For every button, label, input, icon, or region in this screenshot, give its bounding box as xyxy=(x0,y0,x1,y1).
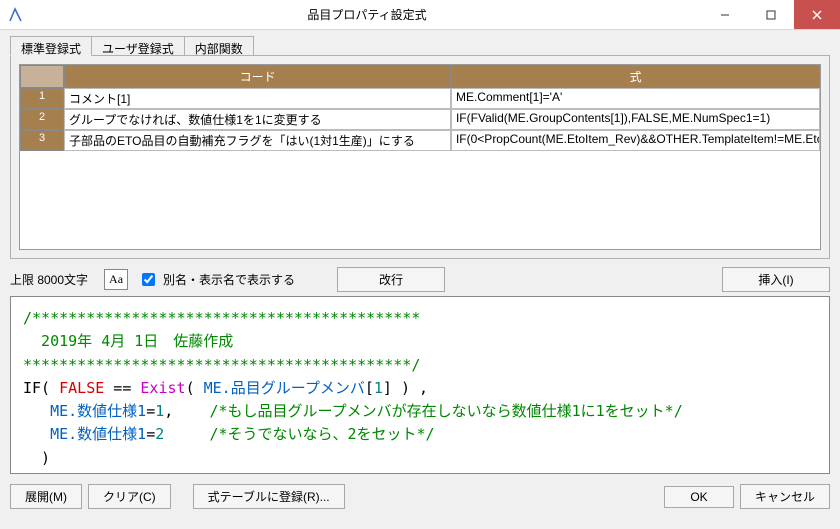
close-button[interactable] xyxy=(794,0,840,29)
row-number: 3 xyxy=(20,130,64,151)
table-row[interactable]: 3 子部品のETO品目の自動補充フラグを「はい(1対1生産)」にする IF(0<… xyxy=(20,130,820,151)
window-title: 品目プロパティ設定式 xyxy=(32,6,702,23)
titlebar: 品目プロパティ設定式 xyxy=(0,0,840,30)
alias-label: 別名・表示名で表示する xyxy=(163,271,295,288)
alias-checkbox[interactable] xyxy=(142,273,155,286)
col-code: コード xyxy=(64,65,451,88)
bottom-buttons: 展開(M) クリア(C) 式テーブルに登録(R)... OK キャンセル xyxy=(10,484,830,509)
tab-internal[interactable]: 内部関数 xyxy=(184,36,254,56)
table-row[interactable]: 2 グループでなければ、数値仕様1を1に変更する IF(FValid(ME.Gr… xyxy=(20,109,820,130)
tab-standard[interactable]: 標準登録式 xyxy=(10,36,92,56)
formula-table: コード 式 1 コメント[1] ME.Comment[1]='A' 2 グループ… xyxy=(19,64,821,250)
minimize-button[interactable] xyxy=(702,0,748,29)
newline-button[interactable]: 改行 xyxy=(337,267,445,292)
table-row[interactable]: 1 コメント[1] ME.Comment[1]='A' xyxy=(20,88,820,109)
formula-editor[interactable]: /***************************************… xyxy=(10,296,830,474)
app-icon xyxy=(8,7,24,23)
insert-button[interactable]: 挿入(I) xyxy=(722,267,830,292)
cell-code: グループでなければ、数値仕様1を1に変更する xyxy=(64,109,451,130)
register-button[interactable]: 式テーブルに登録(R)... xyxy=(193,484,345,509)
font-button[interactable]: Aa xyxy=(104,269,128,290)
char-limit-label: 上限 8000文字 xyxy=(10,271,88,288)
cell-expr: ME.Comment[1]='A' xyxy=(451,88,820,109)
ok-button[interactable]: OK xyxy=(664,486,734,508)
col-expr: 式 xyxy=(451,65,820,88)
cell-code: コメント[1] xyxy=(64,88,451,109)
tab-strip: 標準登録式 ユーザ登録式 内部関数 xyxy=(10,36,830,56)
cell-expr: IF(0<PropCount(ME.EtoItem_Rev)&&OTHER.Te… xyxy=(451,130,820,151)
options-row: 上限 8000文字 Aa 別名・表示名で表示する 改行 挿入(I) xyxy=(10,267,830,292)
col-rownum xyxy=(20,65,64,88)
clear-button[interactable]: クリア(C) xyxy=(88,484,171,509)
expand-button[interactable]: 展開(M) xyxy=(10,484,82,509)
cancel-button[interactable]: キャンセル xyxy=(740,484,830,509)
tab-user[interactable]: ユーザ登録式 xyxy=(91,36,185,56)
tab-content: コード 式 1 コメント[1] ME.Comment[1]='A' 2 グループ… xyxy=(10,55,830,259)
cell-expr: IF(FValid(ME.GroupContents[1]),FALSE,ME.… xyxy=(451,109,820,130)
maximize-button[interactable] xyxy=(748,0,794,29)
row-number: 2 xyxy=(20,109,64,130)
cell-code: 子部品のETO品目の自動補充フラグを「はい(1対1生産)」にする xyxy=(64,130,451,151)
row-number: 1 xyxy=(20,88,64,109)
